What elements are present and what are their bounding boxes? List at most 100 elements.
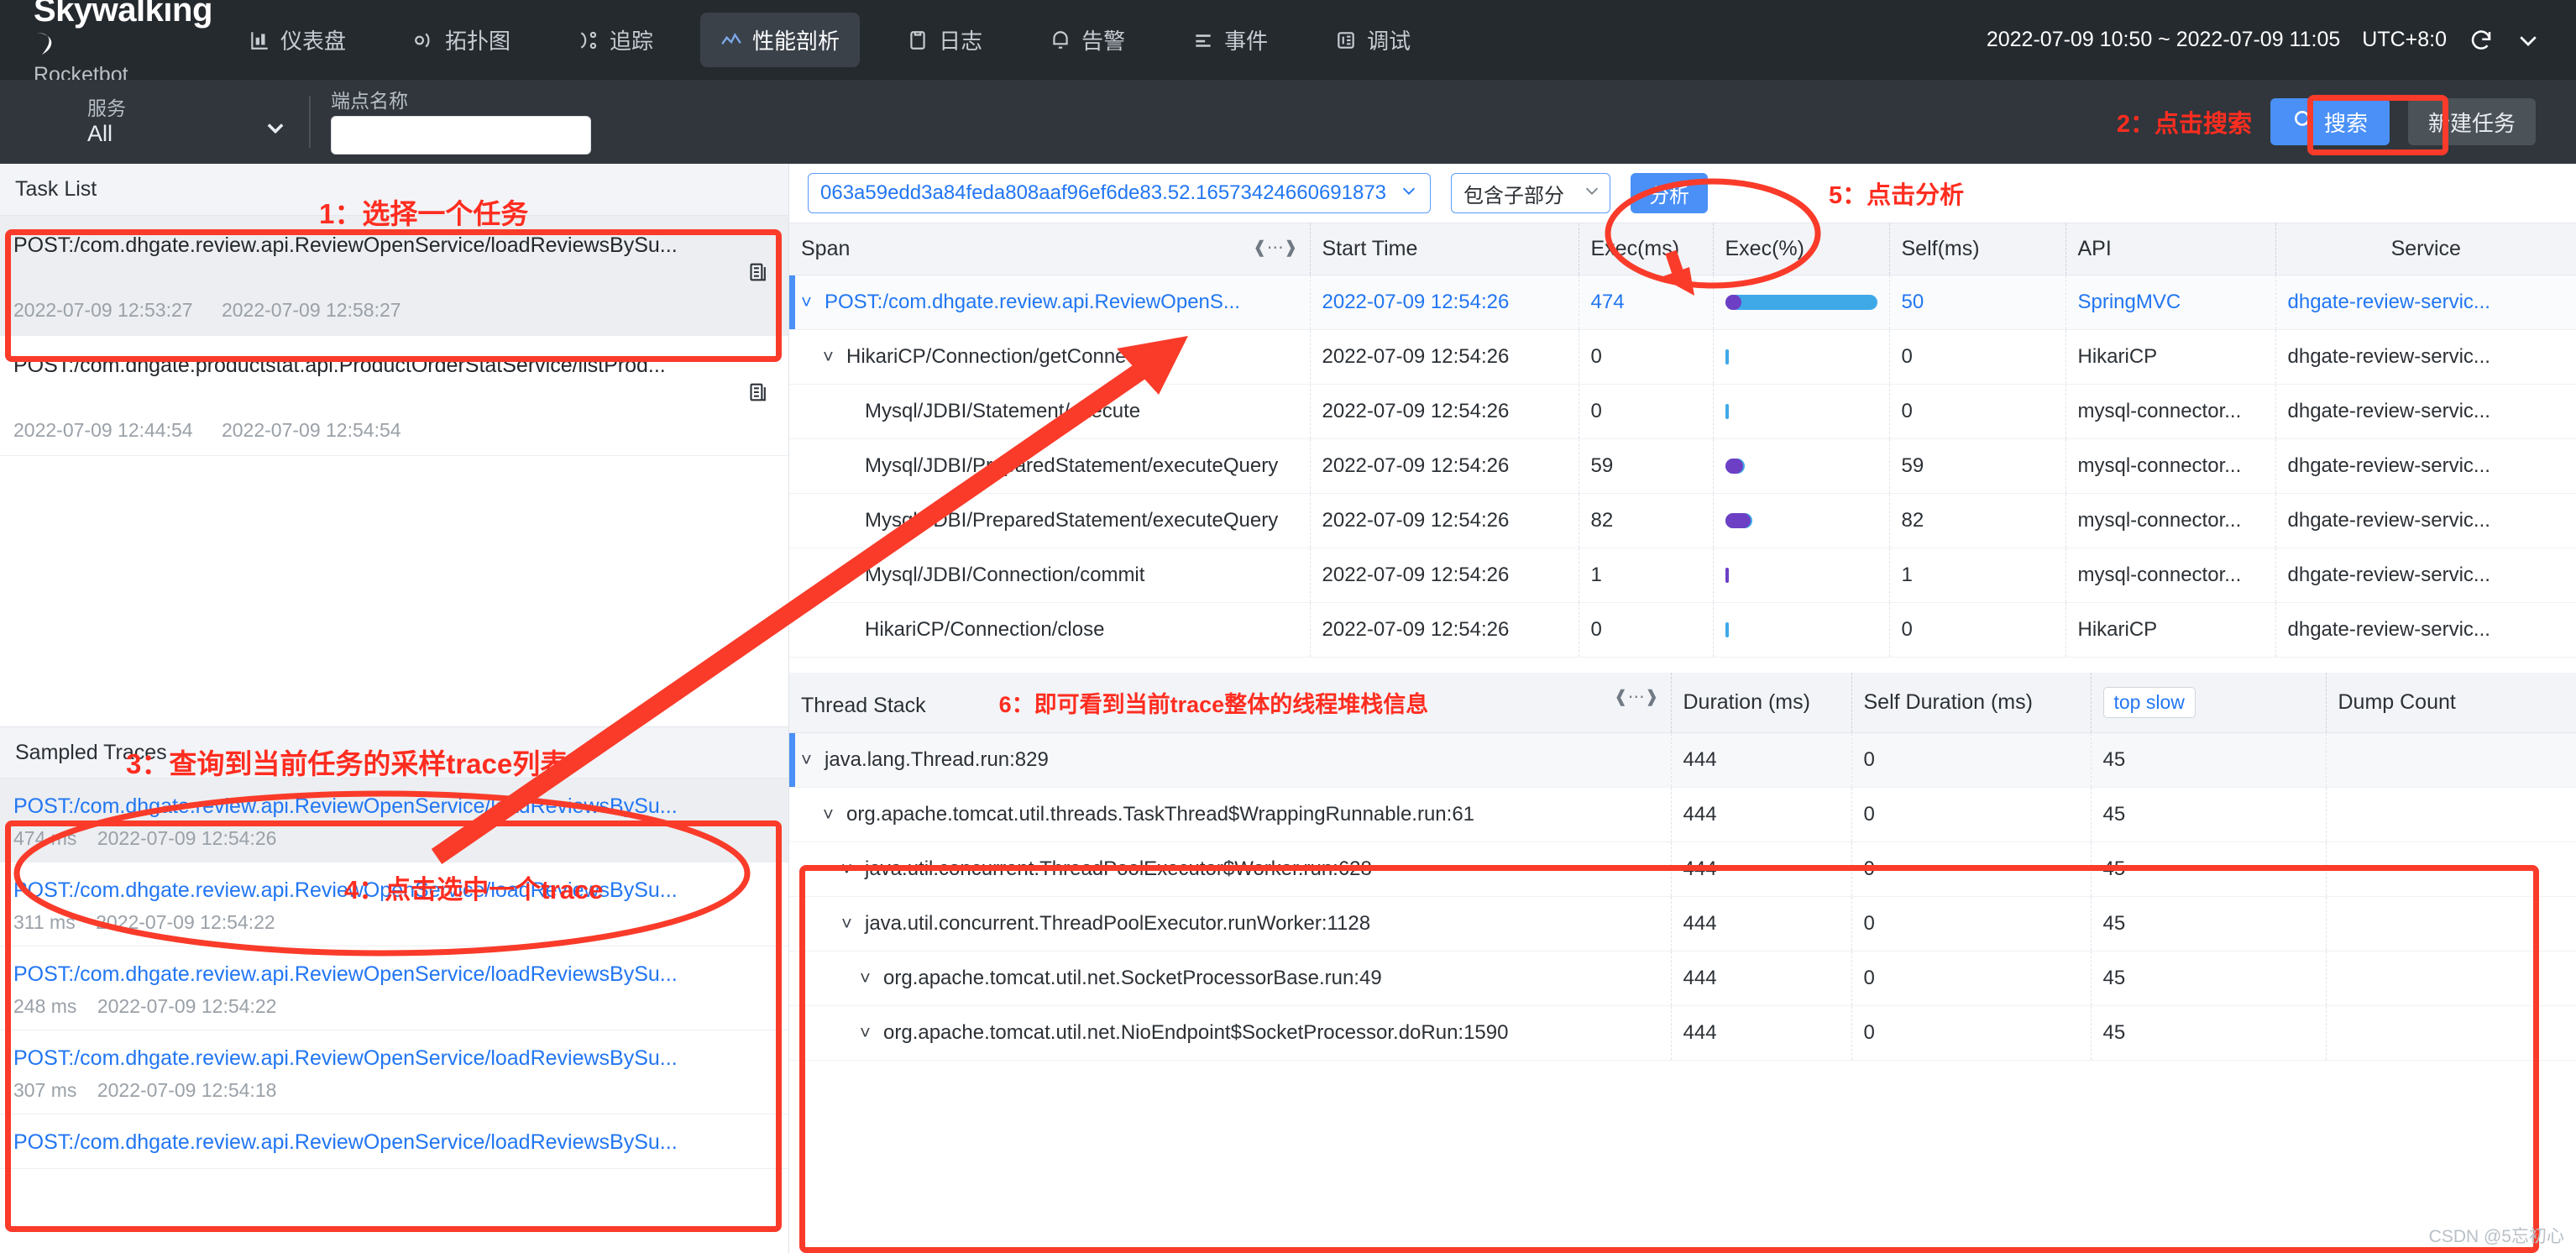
- span-cell[interactable]: ˅ HikariCP/Connection/getConnection: [789, 329, 1311, 385]
- span-api: SpringMVC: [2066, 275, 2276, 330]
- sampled-traces-list[interactable]: POST:/com.dhgate.review.api.ReviewOpenSe…: [0, 779, 788, 1253]
- trace-item[interactable]: POST:/com.dhgate.review.api.ReviewOpenSe…: [0, 1114, 788, 1169]
- stack-name: java.util.concurrent.ThreadPoolExecutor.…: [865, 912, 1371, 935]
- timezone-label[interactable]: UTC+8:0: [2362, 28, 2447, 52]
- trace-item[interactable]: POST:/com.dhgate.review.api.ReviewOpenSe…: [0, 946, 788, 1030]
- task-item[interactable]: POST:/com.dhgate.productstat.api.Product…: [0, 336, 788, 456]
- stack-name: org.apache.tomcat.util.net.NioEndpoint$S…: [883, 1021, 1509, 1044]
- chevron-down-icon[interactable]: ˅: [801, 291, 816, 313]
- span-exec-pct: [1713, 438, 1890, 494]
- resize-handle-icon[interactable]: ❰⋯❱: [1253, 237, 1298, 258]
- span-cell[interactable]: HikariCP/Connection/close: [789, 602, 1311, 658]
- chevron-down-icon[interactable]: [264, 116, 287, 145]
- analyze-button[interactable]: 分析: [1631, 173, 1709, 213]
- span-cell[interactable]: Mysql/JDBI/Connection/commit: [789, 548, 1311, 603]
- tab-profile[interactable]: 性能剖析: [700, 13, 861, 67]
- table-row[interactable]: ˅ org.apache.tomcat.util.net.NioEndpoint$…: [789, 1005, 2576, 1061]
- chevron-down-icon[interactable]: ˅: [860, 1022, 875, 1044]
- table-row[interactable]: Mysql/JDBI/PreparedStatement/executeQuer…: [789, 493, 2576, 548]
- table-row[interactable]: ˅ java.util.concurrent.ThreadPoolExecutor…: [789, 896, 2576, 952]
- span-start-time: 2022-07-09 12:54:26: [1310, 329, 1579, 385]
- span-cell[interactable]: ˅ POST:/com.dhgate.review.api.ReviewOpenS…: [789, 275, 1311, 330]
- stack-cell[interactable]: ˅ java.lang.Thread.run:829: [789, 732, 1672, 788]
- span-cell[interactable]: Mysql/JDBI/PreparedStatement/executeQuer…: [789, 438, 1311, 494]
- tab-trace-label: 追踪: [610, 29, 654, 54]
- time-range-label[interactable]: 2022-07-09 10:50 ~ 2022-07-09 11:05: [1987, 28, 2340, 52]
- tab-alarm[interactable]: 告警: [1029, 13, 1145, 67]
- service-select[interactable]: 服务 All: [20, 80, 297, 164]
- stack-cell[interactable]: ˅ org.apache.tomcat.util.net.SocketProces…: [789, 951, 1672, 1006]
- trace-item[interactable]: POST:/com.dhgate.review.api.ReviewOpenSe…: [0, 779, 788, 862]
- span-exec-ms: 59: [1579, 438, 1714, 494]
- span-cell[interactable]: Mysql/JDBI/PreparedStatement/executeQuer…: [789, 493, 1311, 548]
- nav-tabs: 仪表盘 拓扑图 追踪 性能剖析 日志 告警 事件 调试: [228, 0, 1458, 80]
- reload-icon[interactable]: [2469, 28, 2494, 53]
- task-start-time: 2022-07-09 12:53:27: [13, 299, 193, 321]
- span-api: mysql-connector...: [2066, 438, 2276, 494]
- stack-cell[interactable]: ˅ java.util.concurrent.ThreadPoolExecutor…: [789, 896, 1672, 952]
- table-row[interactable]: ˅ java.util.concurrent.ThreadPoolExecutor…: [789, 841, 2576, 897]
- tab-event[interactable]: 事件: [1172, 13, 1288, 67]
- chevron-down-icon[interactable]: ˅: [841, 913, 856, 935]
- endpoint-label: 端点名称: [331, 90, 408, 112]
- tab-trace[interactable]: 追踪: [558, 13, 673, 67]
- task-end-time: 2022-07-09 12:54:54: [221, 419, 401, 441]
- col-start-time[interactable]: Start Time: [1310, 223, 1579, 275]
- chevron-down-icon[interactable]: ˅: [801, 749, 816, 771]
- trace-item[interactable]: POST:/com.dhgate.review.api.ReviewOpenSe…: [0, 1030, 788, 1114]
- resize-handle-icon[interactable]: ❰⋯❱: [1614, 686, 1659, 707]
- trace-duration: 311 ms: [13, 911, 76, 933]
- right-pane: 063a59edd3a84feda808aaf96ef6de83.52.1657…: [789, 164, 2576, 1253]
- copy-icon[interactable]: [13, 260, 772, 294]
- copy-icon[interactable]: [13, 380, 772, 414]
- new-task-button[interactable]: 新建任务: [2407, 98, 2536, 145]
- chevron-down-icon[interactable]: ˅: [841, 858, 856, 880]
- stack-cell[interactable]: ˅ java.util.concurrent.ThreadPoolExecutor…: [789, 841, 1672, 897]
- trace-item[interactable]: POST:/com.dhgate.review.api.ReviewOpenSe…: [0, 862, 788, 946]
- top-slow-button[interactable]: top slow: [2102, 687, 2196, 718]
- tab-log[interactable]: 日志: [887, 13, 1003, 67]
- chevron-down-icon[interactable]: ˅: [823, 804, 838, 826]
- col-dump-count[interactable]: Dump Count: [2326, 673, 2576, 733]
- span-cell[interactable]: Mysql/JDBI/Statement/execute: [789, 384, 1311, 439]
- tab-topology[interactable]: 拓扑图: [393, 13, 531, 67]
- table-row[interactable]: ˅ org.apache.tomcat.util.net.SocketProces…: [789, 951, 2576, 1006]
- col-exec-pct[interactable]: Exec(%): [1713, 223, 1890, 275]
- tab-debug[interactable]: 调试: [1315, 13, 1431, 67]
- chevron-down-icon[interactable]: [2516, 28, 2541, 53]
- stack-cell[interactable]: ˅ org.apache.tomcat.util.net.NioEndpoint$…: [789, 1005, 1672, 1061]
- table-row[interactable]: Mysql/JDBI/Statement/execute 2022-07-09 …: [789, 384, 2576, 439]
- stack-cell[interactable]: ˅ org.apache.tomcat.util.threads.TaskThre…: [789, 787, 1672, 842]
- span-self-ms: 50: [1889, 275, 2066, 330]
- table-row[interactable]: Mysql/JDBI/Connection/commit 2022-07-09 …: [789, 548, 2576, 603]
- table-row[interactable]: HikariCP/Connection/close 2022-07-09 12:…: [789, 602, 2576, 658]
- table-row[interactable]: Mysql/JDBI/PreparedStatement/executeQuer…: [789, 438, 2576, 494]
- chevron-down-icon[interactable]: ˅: [860, 967, 875, 989]
- stack-table-header-row: Thread Stack 6：即可看到当前trace整体的线程堆栈信息 ❰⋯❱ …: [789, 673, 2576, 733]
- tab-dashboard[interactable]: 仪表盘: [228, 13, 366, 67]
- search-button[interactable]: 搜索: [2270, 98, 2390, 145]
- stack-empty: [2326, 787, 2576, 842]
- col-duration[interactable]: Duration (ms): [1671, 673, 1852, 733]
- brand[interactable]: Skywalking Rocketbot: [18, 0, 212, 87]
- trace-id-value: 063a59edd3a84feda808aaf96ef6de83.52.1657…: [820, 181, 1387, 204]
- endpoint-input[interactable]: [331, 116, 591, 155]
- table-row[interactable]: ˅ POST:/com.dhgate.review.api.ReviewOpenS…: [789, 275, 2576, 330]
- col-service[interactable]: Service: [2275, 223, 2576, 275]
- stack-self-duration: 0: [1851, 1005, 2092, 1061]
- col-thread-stack[interactable]: Thread Stack 6：即可看到当前trace整体的线程堆栈信息 ❰⋯❱: [789, 673, 1672, 733]
- table-row[interactable]: ˅ java.lang.Thread.run:829 444 0 45: [789, 732, 2576, 788]
- task-item[interactable]: POST:/com.dhgate.review.api.ReviewOpenSe…: [0, 216, 788, 336]
- scope-select[interactable]: 包含子部分: [1451, 173, 1611, 213]
- chevron-down-icon[interactable]: ˅: [823, 346, 838, 368]
- col-api[interactable]: API: [2066, 223, 2276, 275]
- trace-id-select[interactable]: 063a59edd3a84feda808aaf96ef6de83.52.1657…: [808, 173, 1432, 213]
- col-self-ms[interactable]: Self(ms): [1889, 223, 2066, 275]
- filter-bar: 服务 All 端点名称 2：点击搜索 搜索 新建任务: [0, 80, 2576, 164]
- table-row[interactable]: ˅ org.apache.tomcat.util.threads.TaskThre…: [789, 787, 2576, 842]
- col-exec-ms[interactable]: Exec(ms): [1579, 223, 1714, 275]
- col-span[interactable]: Span ❰⋯❱: [789, 223, 1311, 275]
- col-self-duration[interactable]: Self Duration (ms): [1851, 673, 2092, 733]
- span-exec-ms: 0: [1579, 602, 1714, 658]
- table-row[interactable]: ˅ HikariCP/Connection/getConnection 2022-…: [789, 329, 2576, 385]
